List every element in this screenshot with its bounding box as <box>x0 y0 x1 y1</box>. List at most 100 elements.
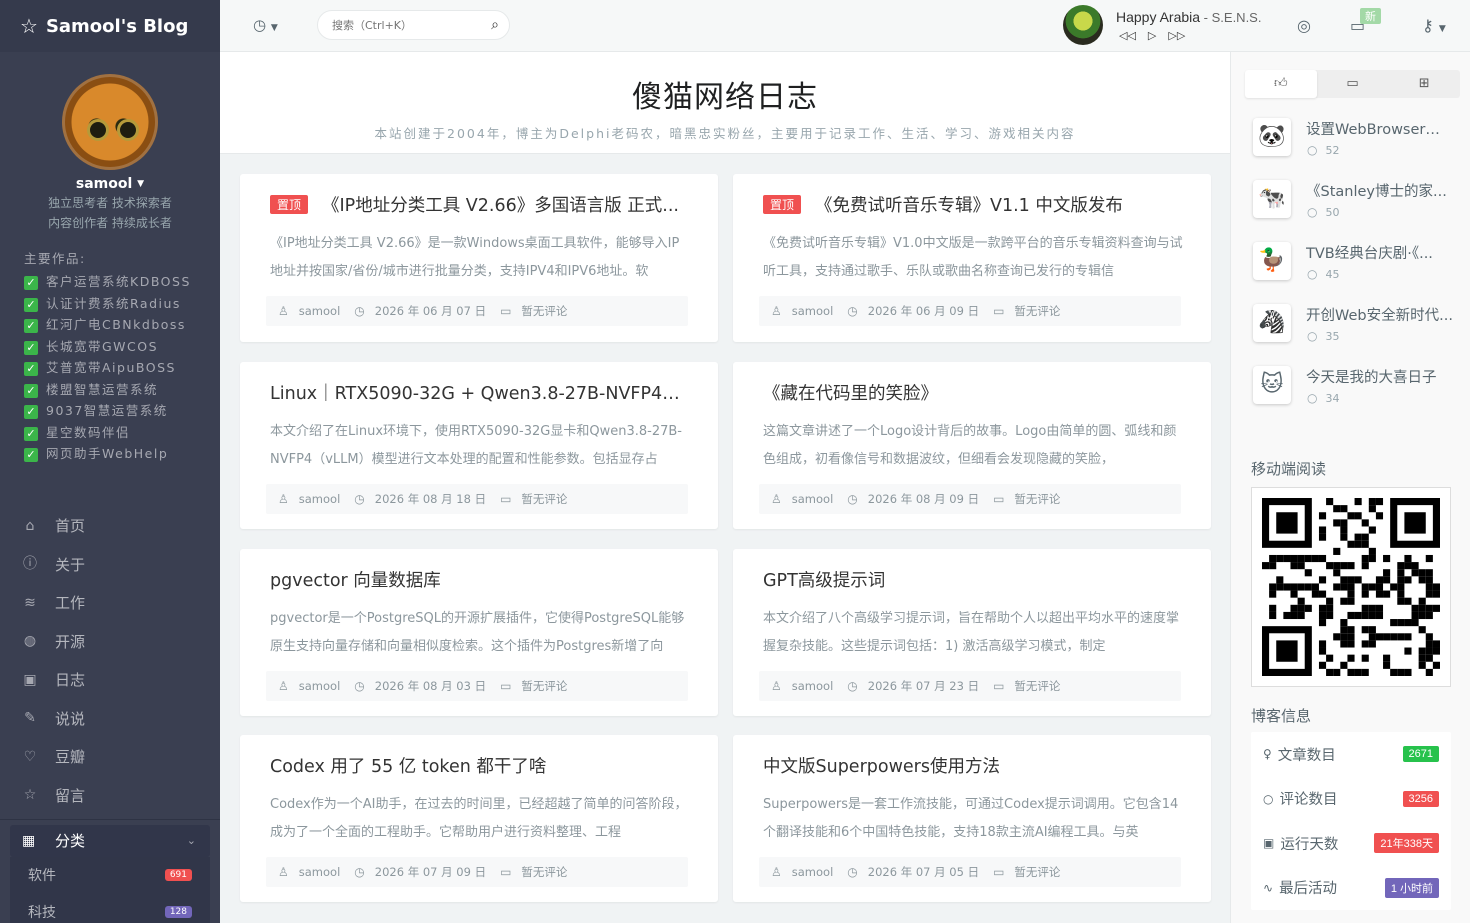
post-author[interactable]: samool <box>299 304 341 318</box>
post-meta: ♙ samool ◷ 2026 年 08 月 09 日 ▭ 暂无评论 <box>759 484 1181 514</box>
comment-icon: ▭ <box>993 304 1005 318</box>
post-comments[interactable]: 暂无评论 <box>521 864 567 880</box>
post-title[interactable]: 《藏在代码里的笑脸》 <box>763 380 1183 405</box>
blog-info: ♀ 文章数目 2671 ○ 评论数目 3256 ▣ 运行天数 21年338天 ∿ 最后活动 1 小时前 <box>1251 732 1451 910</box>
nav-item[interactable]: ⓘ 关于 <box>0 545 220 584</box>
nav-item[interactable]: ▣ 日志 <box>0 661 220 700</box>
search-input[interactable] <box>318 11 468 39</box>
hot-post-item[interactable]: 🐼 设置WebBrowser的R... ○ 52 <box>1251 114 1461 176</box>
tab-popular[interactable]: 👍︎ <box>1245 70 1317 98</box>
works-head: 主要作品: <box>24 251 86 266</box>
post-comments[interactable]: 暂无评论 <box>1014 864 1060 880</box>
history-dropdown[interactable]: ◷ ▼ <box>253 16 278 34</box>
hot-post-title[interactable]: 今天是我的大喜日子 <box>1306 366 1454 387</box>
hot-post-title[interactable]: 《Stanley博士的家... <box>1306 180 1454 201</box>
post-thumbnail[interactable]: 🐱 <box>1253 366 1291 404</box>
target-icon[interactable]: ◎ <box>1297 16 1311 35</box>
nav-item[interactable]: ☆ 留言 <box>0 776 220 815</box>
post-title[interactable]: GPT高级提示词 <box>763 567 1183 592</box>
post-title[interactable]: 置顶 《IP地址分类工具 V2.66》多国语言版 正式... <box>270 192 690 217</box>
album-cover[interactable] <box>1063 5 1103 45</box>
post-author[interactable]: samool <box>792 679 834 693</box>
post-title[interactable]: Linux｜RTX5090-32G + Qwen3.8-27B-NVFP4（vL… <box>270 380 690 405</box>
category-toggle[interactable]: ▦ 分类 ⌄ <box>10 824 210 857</box>
grid-icon: ▦ <box>22 832 36 849</box>
hot-post-item[interactable]: 🦆 TVB经典台庆剧·《... ○ 45 <box>1251 238 1461 300</box>
username[interactable]: samool ▼ <box>0 176 220 192</box>
settings-dropdown[interactable]: ⚷ ▼ <box>1422 16 1446 35</box>
post-excerpt: Codex作为一个AI助手，在过去的时间里，已经超越了简单的问答阶段，成为了一个… <box>270 797 688 840</box>
post-comments[interactable]: 暂无评论 <box>1014 491 1060 507</box>
post-card[interactable]: GPT高级提示词 本文介绍了八个高级学习提示词，旨在帮助个人以超出平均水平的速度掌… <box>733 549 1211 716</box>
post-comments[interactable]: 暂无评论 <box>521 678 567 694</box>
comment-icon: ▭ <box>500 865 512 879</box>
hot-post-item[interactable]: 🐄 《Stanley博士的家... ○ 50 <box>1251 176 1461 238</box>
calendar-icon: ▣ <box>23 671 37 688</box>
nav-item[interactable]: ⌂ 首页 <box>0 507 220 546</box>
post-author[interactable]: samool <box>792 304 834 318</box>
post-author[interactable]: samool <box>299 865 341 879</box>
post-card[interactable]: 置顶 《IP地址分类工具 V2.66》多国语言版 正式... 《IP地址分类工具 V… <box>240 174 718 342</box>
post-comments[interactable]: 暂无评论 <box>521 491 567 507</box>
post-card[interactable]: pgvector 向量数据库 pgvector是一个PostgreSQL的开源扩展… <box>240 549 718 716</box>
comment-icon: ▭ <box>500 304 512 318</box>
post-comments[interactable]: 暂无评论 <box>1014 678 1060 694</box>
sidebar: ☆ Samool's Blog samool ▼ 独立思考者 技术探索者 内容创… <box>0 0 220 923</box>
nav-item[interactable]: ♡ 豆瓣 <box>0 738 220 777</box>
post-thumbnail[interactable]: 🐼 <box>1253 118 1291 156</box>
post-card[interactable]: 中文版Superpowers使用方法 Superpowers是一套工作流技能，可通… <box>733 735 1211 902</box>
post-title[interactable]: 置顶 《免费试听音乐专辑》V1.1 中文版发布 <box>763 192 1183 217</box>
works-item: ✓ 长城宽带GWCOS <box>24 336 220 358</box>
rewind-icon[interactable]: ◁◁ <box>1119 29 1136 42</box>
play-icon[interactable]: ▷ <box>1148 29 1156 42</box>
post-author[interactable]: samool <box>299 492 341 506</box>
profile: samool ▼ 独立思考者 技术探索者 内容创作者 持续成长者 <box>0 52 220 232</box>
user-icon: ♙ <box>771 865 782 879</box>
post-comments[interactable]: 暂无评论 <box>1014 303 1060 319</box>
brand[interactable]: ☆ Samool's Blog <box>0 0 220 52</box>
hot-post-comments: ○ 52 <box>1307 143 1340 157</box>
post-author[interactable]: samool <box>792 865 834 879</box>
avatar[interactable] <box>62 74 158 170</box>
bio-line-2: 内容创作者 持续成长者 <box>48 216 172 230</box>
aside-tabs: 👍︎ ▭ ⊞ <box>1245 70 1460 98</box>
post-thumbnail[interactable]: 🐄 <box>1253 180 1291 218</box>
comment-icon: ▭ <box>1346 76 1359 91</box>
hot-post-item[interactable]: 🐱 今天是我的大喜日子 ○ 34 <box>1251 362 1461 424</box>
category-item[interactable]: 科技 128 <box>10 894 210 923</box>
fast-forward-icon[interactable]: ▷▷ <box>1168 29 1185 42</box>
post-comments[interactable]: 暂无评论 <box>521 303 567 319</box>
nav-item[interactable]: ≋ 工作 <box>0 584 220 623</box>
bulb-icon: ♀ <box>1263 747 1272 762</box>
post-excerpt: Superpowers是一套工作流技能，可通过Codex提示词调用。它包含14个… <box>763 797 1179 840</box>
comment-icon: ○ <box>1263 791 1274 806</box>
search-icon[interactable]: ⌕ <box>491 17 499 33</box>
hot-post-item[interactable]: 🦓 开创Web安全新时代... ○ 35 <box>1251 300 1461 362</box>
check-icon: ✓ <box>24 448 38 462</box>
hot-post-title[interactable]: 开创Web安全新时代... <box>1306 304 1454 325</box>
nav-item[interactable]: ◍ 开源 <box>0 622 220 661</box>
hot-post-title[interactable]: TVB经典台庆剧·《... <box>1306 242 1454 263</box>
post-title[interactable]: Codex 用了 55 亿 token 都干了啥 <box>270 753 690 778</box>
clock-icon: ◷ <box>354 492 365 506</box>
info-value: 2671 <box>1402 746 1439 763</box>
post-title[interactable]: 中文版Superpowers使用方法 <box>763 753 1183 778</box>
post-thumbnail[interactable]: 🦓 <box>1253 304 1291 342</box>
post-title[interactable]: pgvector 向量数据库 <box>270 567 690 592</box>
hot-post-title[interactable]: 设置WebBrowser的R... <box>1306 118 1454 139</box>
comment-icon: ○ <box>1307 391 1318 405</box>
post-card[interactable]: 《藏在代码里的笑脸》 这篇文章讲述了一个Logo设计背后的故事。Logo由简单的圆… <box>733 362 1211 529</box>
post-card[interactable]: 置顶 《免费试听音乐专辑》V1.1 中文版发布 《免费试听音乐专辑》V1.0中文版是… <box>733 174 1211 342</box>
post-author[interactable]: samool <box>792 492 834 506</box>
post-thumbnail[interactable]: 🦆 <box>1253 242 1291 280</box>
nav-item[interactable]: ✎ 说说 <box>0 699 220 738</box>
tab-comments[interactable]: ▭ <box>1317 70 1389 98</box>
post-author[interactable]: samool <box>299 679 341 693</box>
category-item[interactable]: 软件 691 <box>10 857 210 894</box>
chevron-down-icon: ⌄ <box>186 834 196 847</box>
post-card[interactable]: Codex 用了 55 亿 token 都干了啥 Codex作为一个AI助手，在过… <box>240 735 718 902</box>
post-meta: ♙ samool ◷ 2026 年 08 月 18 日 ▭ 暂无评论 <box>266 484 688 514</box>
post-card[interactable]: Linux｜RTX5090-32G + Qwen3.8-27B-NVFP4（vL… <box>240 362 718 529</box>
tab-gifts[interactable]: ⊞ <box>1388 70 1460 98</box>
user-icon: ♙ <box>771 492 782 506</box>
